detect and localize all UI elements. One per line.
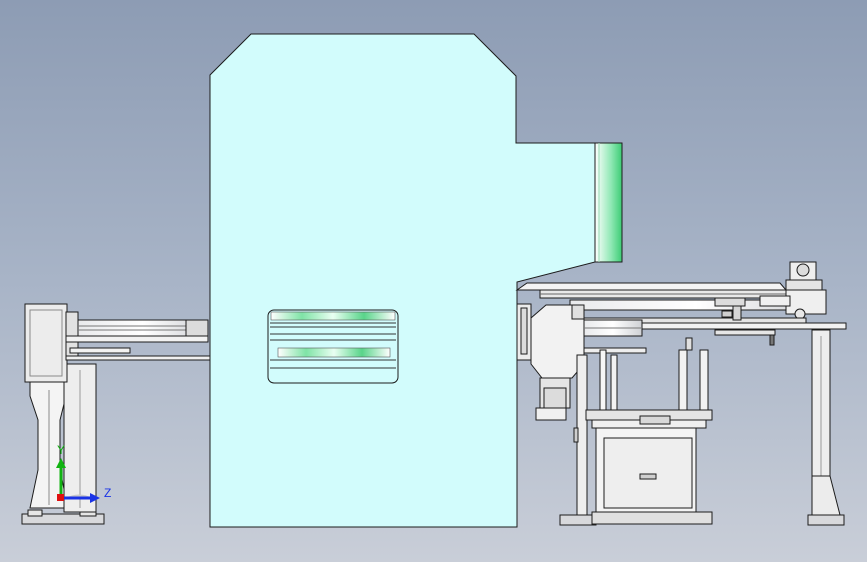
z-axis-label: Z (104, 486, 111, 500)
right-feeder (515, 261, 847, 526)
left-head-box (24, 303, 68, 383)
y-axis-label: Y (57, 443, 65, 457)
gantry-top-rail (515, 282, 788, 291)
x-axis-marker (57, 494, 64, 501)
stacking-cart (585, 409, 713, 525)
press-throat-window (267, 309, 399, 384)
gantry-motor (785, 261, 827, 320)
machine-drawing: Y Z (21, 33, 847, 528)
cad-viewport[interactable]: Y Z (0, 0, 867, 562)
press-frame (209, 33, 596, 528)
press-brake (209, 33, 623, 528)
left-loader (21, 303, 211, 525)
